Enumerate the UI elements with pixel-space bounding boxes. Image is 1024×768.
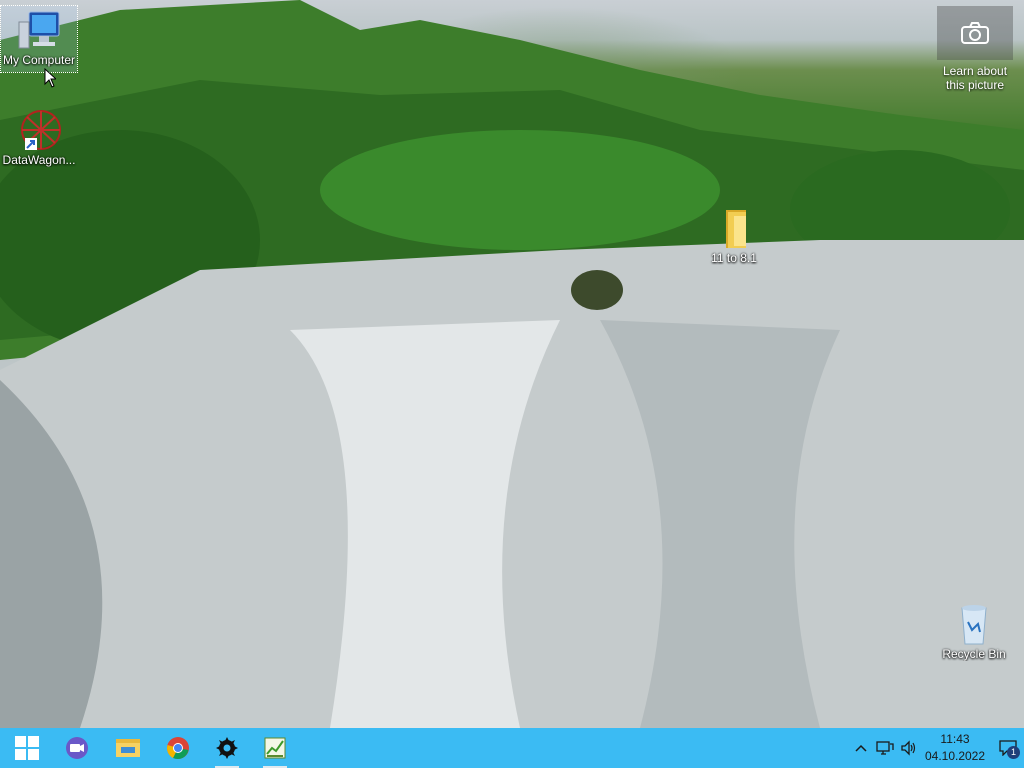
learn-about-picture[interactable]: Learn about this picture: [936, 6, 1014, 92]
chevron-up-icon: [855, 744, 867, 752]
desktop-icon-label: Recycle Bin: [942, 647, 1006, 661]
task-manager-icon: [264, 737, 286, 759]
camera-icon: [937, 6, 1013, 60]
network-icon: [876, 741, 894, 755]
clock[interactable]: 11:43 04.10.2022: [918, 731, 992, 765]
desktop-icon-folder-11-to-81[interactable]: 11 to 8.1: [696, 204, 772, 265]
chrome-icon: [167, 737, 189, 760]
taskbar-settings[interactable]: [203, 728, 251, 768]
taskbar-file-explorer[interactable]: [104, 728, 152, 768]
desktop-icon-label: DataWagon...: [2, 153, 76, 167]
folder-icon: [726, 210, 746, 248]
show-hidden-icons-button[interactable]: [851, 738, 871, 758]
learn-label: Learn about this picture: [942, 64, 1008, 92]
settings-icon: [216, 737, 238, 759]
desktop-icon-label: 11 to 8.1: [711, 251, 757, 265]
mouse-cursor-icon: [44, 68, 56, 88]
meet-icon: [66, 737, 88, 759]
datawagon-icon: [21, 110, 61, 150]
taskbar-chrome[interactable]: [154, 728, 202, 768]
wallpaper: [0, 0, 1024, 728]
computer-icon: [18, 11, 60, 49]
notification-badge: 1: [1007, 746, 1020, 759]
taskbar: 11:43 04.10.2022 1: [0, 728, 1024, 768]
file-explorer-icon: [116, 739, 140, 757]
recycle-bin-icon: [961, 605, 987, 645]
start-button[interactable]: [3, 728, 51, 768]
desktop[interactable]: My Computer DataWagon... 11 to 8.1 Recyc…: [0, 0, 1024, 728]
volume-button[interactable]: [899, 738, 919, 758]
desktop-icon-my-computer[interactable]: My Computer: [0, 5, 78, 73]
taskbar-meet[interactable]: [53, 728, 101, 768]
desktop-icon-recycle-bin[interactable]: Recycle Bin: [936, 600, 1012, 661]
clock-time: 11:43: [940, 732, 970, 746]
clock-date: 04.10.2022: [924, 749, 986, 763]
desktop-icon-datawagon[interactable]: DataWagon...: [1, 106, 77, 167]
taskbar-task-manager[interactable]: [251, 728, 299, 768]
network-button[interactable]: [875, 738, 895, 758]
desktop-icon-label: My Computer: [2, 53, 76, 67]
windows-logo-icon: [15, 736, 39, 760]
notification-center-button[interactable]: 1: [996, 738, 1020, 759]
speaker-icon: [901, 740, 916, 756]
